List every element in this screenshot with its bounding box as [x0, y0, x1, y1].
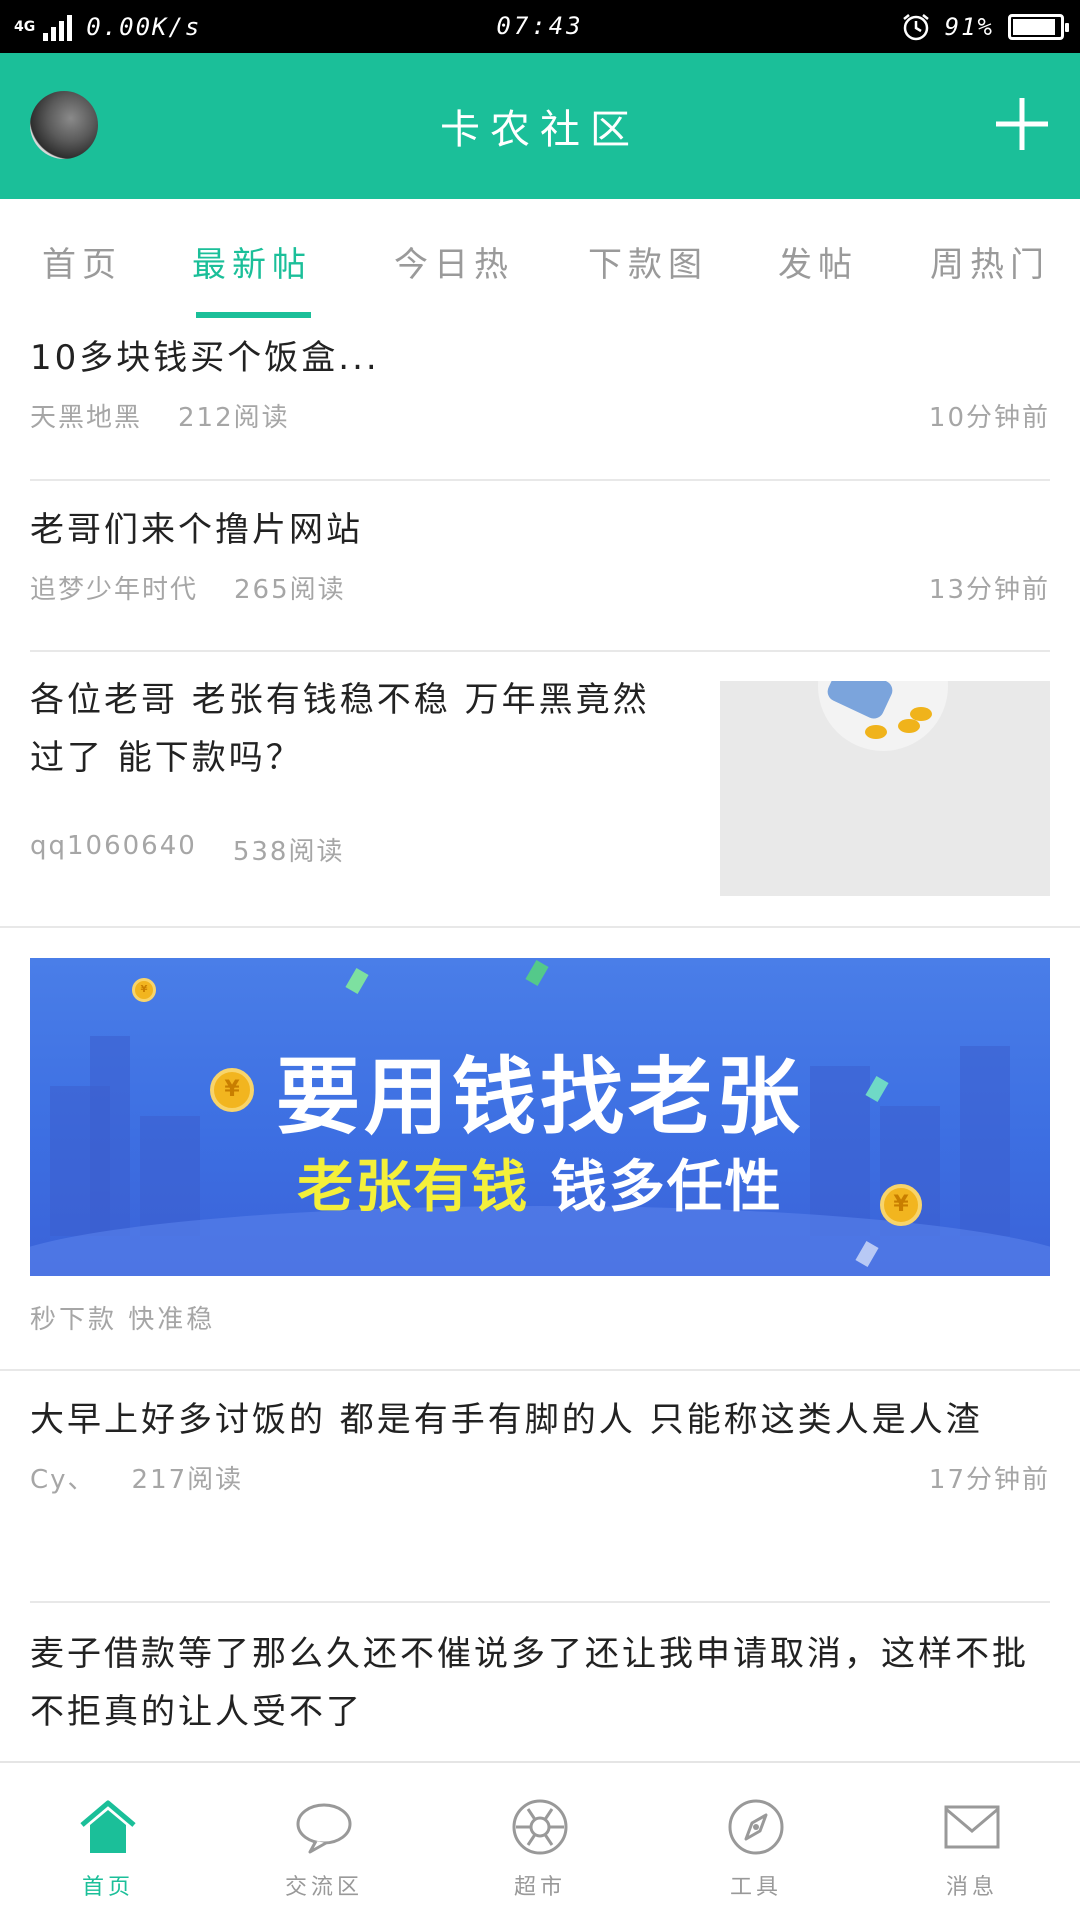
- tab-weekly-hot[interactable]: 周热门: [930, 237, 1050, 286]
- confetti: [345, 967, 369, 995]
- post-meta: 追梦少年时代 265阅读 13分钟前: [30, 569, 1050, 606]
- battery-level: [1013, 19, 1055, 35]
- post-title: 老哥们来个撸片网站: [30, 510, 363, 550]
- thumbnail-coin: [910, 707, 932, 721]
- ad-headline: 要用钱找老张: [275, 1048, 804, 1146]
- post-reads: 265阅读: [234, 575, 346, 605]
- list-item[interactable]: 麦子借款等了那么久还不催说多了还让我申请取消，这样不批不拒真的让人受不了: [30, 1625, 1050, 1741]
- post-author: 追梦少年时代: [30, 575, 199, 605]
- post-feed[interactable]: 10多块钱买个饭盒... 天黑地黑 212阅读 10分钟前 老哥们来个撸片网站 …: [0, 319, 1080, 1761]
- home-icon: [80, 1800, 136, 1853]
- post-meta: Cy、 217阅读 17分钟前: [30, 1459, 1050, 1496]
- post-time: 17分钟前: [928, 1465, 1050, 1495]
- post-time: 13分钟前: [928, 575, 1050, 605]
- nav-market[interactable]: 超市: [432, 1763, 648, 1920]
- post-meta: qq1060640 538阅读: [30, 831, 670, 868]
- post-meta: 天黑地黑 212阅读 10分钟前: [30, 397, 1050, 434]
- post-reads: 212阅读: [178, 403, 290, 433]
- list-item[interactable]: 大早上好多讨饭的 都是有手有脚的人 只能称这类人是人渣 Cy、 217阅读 17…: [30, 1391, 1050, 1496]
- ad-subheadline: 老张有钱 钱多任性: [30, 1142, 1050, 1223]
- nav-label: 超市: [513, 1875, 566, 1900]
- compass-icon: [728, 1799, 784, 1855]
- alarm-icon: [902, 14, 929, 41]
- list-item[interactable]: 10多块钱买个饭盒... 天黑地黑 212阅读 10分钟前: [30, 329, 1050, 434]
- nav-label: 工具: [729, 1875, 782, 1900]
- nav-messages[interactable]: 消息: [864, 1763, 1080, 1920]
- thumbnail-coin: [898, 719, 920, 733]
- tab-today-hot[interactable]: 今日热: [394, 237, 514, 286]
- battery-percent: 91%: [944, 13, 994, 41]
- nav-tools[interactable]: 工具: [648, 1763, 864, 1920]
- app-header: 卡农社区: [0, 53, 1080, 199]
- nav-label: 首页: [81, 1875, 134, 1900]
- battery-icon: [1008, 14, 1069, 40]
- ad-highlight: 老张有钱: [297, 1155, 530, 1220]
- nav-label: 交流区: [284, 1875, 363, 1900]
- coin-icon: ¥: [132, 978, 156, 1002]
- post-title: 10多块钱买个饭盒...: [30, 338, 380, 378]
- post-reads: 217阅读: [131, 1465, 244, 1495]
- divider: [30, 1601, 1050, 1603]
- nav-home[interactable]: 首页: [0, 1763, 216, 1920]
- post-title: 各位老哥 老张有钱稳不稳 万年黑竟然过了 能下款吗？: [30, 680, 650, 778]
- post-thumbnail[interactable]: [720, 681, 1050, 896]
- status-right: 91%: [901, 10, 1069, 44]
- chat-bubble-icon: [296, 1803, 352, 1854]
- post-title: 大早上好多讨饭的 都是有手有脚的人 只能称这类人是人渣: [30, 1400, 983, 1440]
- post-author: Cy、: [30, 1465, 96, 1495]
- divider: [30, 650, 1050, 652]
- post-title: 麦子借款等了那么久还不催说多了还让我申请取消，这样不批不拒真的让人受不了: [30, 1634, 1029, 1732]
- ad-caption: 秒下款 快准稳: [30, 1305, 216, 1335]
- add-icon[interactable]: [994, 96, 1050, 152]
- tab-loan-proof[interactable]: 下款图: [588, 237, 708, 286]
- bottom-navigation: 首页 交流区 超市 工具 消息: [0, 1761, 1080, 1920]
- nav-forum[interactable]: 交流区: [216, 1763, 432, 1920]
- divider: [0, 926, 1080, 928]
- divider: [0, 1369, 1080, 1371]
- page-title: 卡农社区: [440, 107, 640, 153]
- status-bar: 4G 0.00K/s 07:43 91%: [0, 0, 1080, 53]
- tab-latest[interactable]: 最新帖: [192, 237, 312, 286]
- envelope-icon: [944, 1805, 1000, 1849]
- tab-home[interactable]: 首页: [42, 237, 122, 286]
- aperture-icon: [512, 1799, 568, 1855]
- divider: [30, 479, 1050, 481]
- ad-banner[interactable]: ¥ ¥ ¥ 要用钱找老张 老张有钱 钱多任性: [30, 958, 1050, 1276]
- post-author: qq1060640: [30, 831, 197, 861]
- post-author: 天黑地黑: [30, 403, 143, 433]
- category-tabs: 首页 最新帖 今日热 下款图 发帖 周热门: [0, 199, 1080, 319]
- confetti: [525, 959, 549, 987]
- active-tab-indicator: [196, 312, 311, 318]
- post-reads: 538阅读: [232, 837, 345, 867]
- list-item[interactable]: 老哥们来个撸片网站 追梦少年时代 265阅读 13分钟前: [30, 501, 1050, 606]
- thumbnail-coin: [865, 725, 887, 739]
- post-time: 10分钟前: [928, 403, 1050, 433]
- ad-subtext: 钱多任性: [550, 1155, 783, 1220]
- nav-label: 消息: [945, 1875, 998, 1900]
- tab-post[interactable]: 发帖: [778, 237, 858, 286]
- list-item[interactable]: 各位老哥 老张有钱稳不稳 万年黑竟然过了 能下款吗？ qq1060640 538…: [30, 671, 670, 868]
